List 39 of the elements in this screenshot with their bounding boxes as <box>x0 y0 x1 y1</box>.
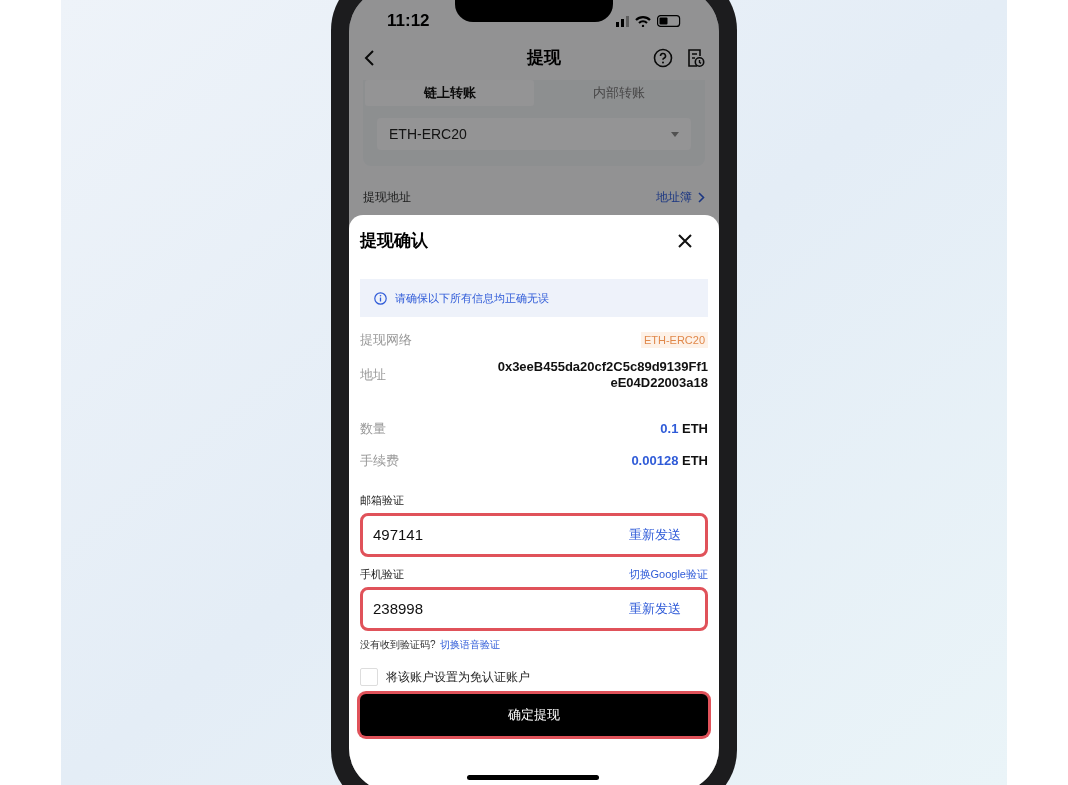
dropdown-caret-icon <box>671 131 679 137</box>
code-field[interactable]: 238998 重新发送 <box>360 587 708 631</box>
signal-icon <box>616 15 629 27</box>
amount-value: 0.1 ETH <box>660 420 708 439</box>
voice-verify-link[interactable]: 切换语音验证 <box>439 637 500 652</box>
back-icon[interactable] <box>363 49 375 67</box>
battery-icon <box>657 15 681 27</box>
network-tag: ETH-ERC20 <box>640 331 708 349</box>
help-icon[interactable] <box>653 48 673 68</box>
help-text: 没有收到验证码? <box>360 638 436 652</box>
history-icon[interactable] <box>687 48 705 68</box>
address-text: 0x3eeB455da20cf2C5c89d9139Ff1 <box>497 359 708 375</box>
notice-text: 请确保以下所有信息均正确无误 <box>395 290 549 306</box>
chevron-right-icon <box>698 191 705 203</box>
code-field[interactable]: 497141 重新发送 <box>360 513 708 557</box>
status-time: 11:12 <box>387 10 430 33</box>
checkbox[interactable] <box>360 668 378 686</box>
address-text: eE04D22003a18 <box>610 375 708 391</box>
confirm-button[interactable]: 确定提现 <box>360 694 708 736</box>
field-label: 手机验证 <box>360 566 404 582</box>
checkbox-label: 将该账户设置为免认证账户 <box>386 669 530 686</box>
field-label: 邮箱验证 <box>360 492 404 508</box>
detail-label: 提现网络 <box>360 331 412 350</box>
resend-link[interactable]: 重新发送 <box>629 599 681 619</box>
sheet-title: 提现确认 <box>360 230 428 253</box>
network-select[interactable]: ETH-ERC20 <box>377 118 691 150</box>
resend-link[interactable]: 重新发送 <box>629 525 681 545</box>
wifi-icon <box>635 15 651 27</box>
amount-value: 0.00128 ETH <box>631 452 708 471</box>
close-icon[interactable] <box>678 234 692 248</box>
info-icon <box>374 291 387 305</box>
tab[interactable]: 链上转账 <box>365 80 534 106</box>
detail-label: 手续费 <box>360 452 399 471</box>
switch-google-link[interactable]: 切换Google验证 <box>628 565 708 583</box>
field-label: 提现地址 <box>363 189 411 206</box>
detail-label: 数量 <box>360 420 386 439</box>
address-book-link[interactable]: 地址簿 <box>656 188 705 206</box>
page-title: 提现 <box>527 47 561 70</box>
detail-label: 地址 <box>360 366 386 385</box>
